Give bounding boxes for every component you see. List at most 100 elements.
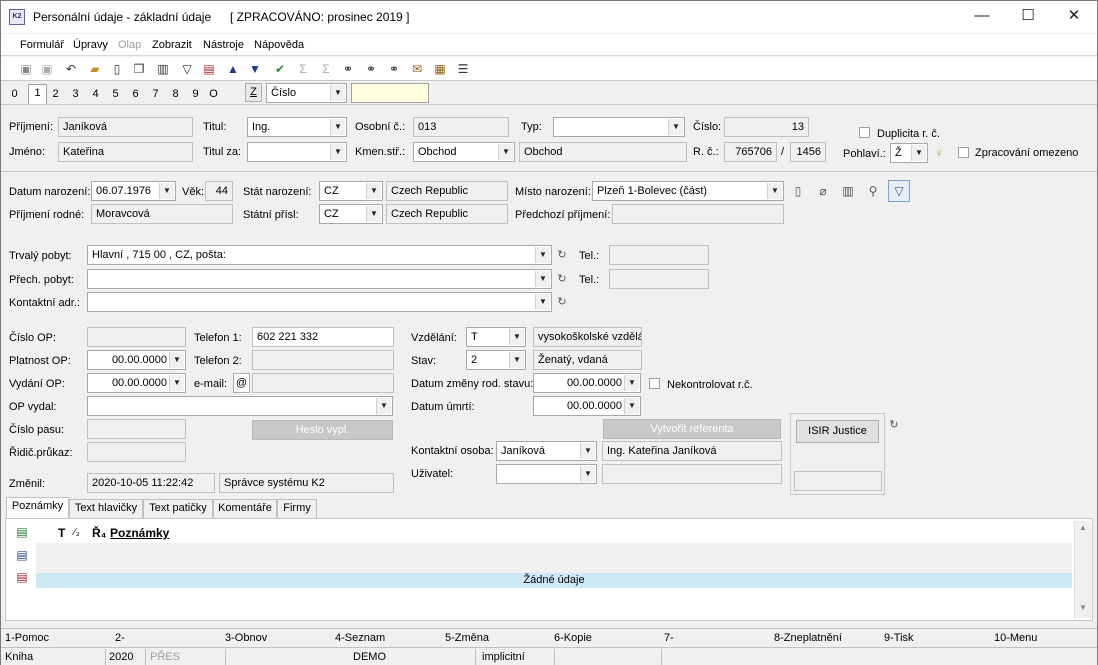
email-button[interactable]: @ bbox=[233, 373, 250, 393]
contact-address-select[interactable]: ▼ bbox=[87, 292, 552, 312]
column-format[interactable]: ⁄₃ bbox=[74, 527, 80, 538]
tab-page-9[interactable]: 9 bbox=[186, 86, 205, 103]
tab-notes[interactable]: Poznámky bbox=[6, 497, 69, 518]
tab-page-1[interactable]: 1 bbox=[28, 84, 47, 104]
tel-2-field[interactable] bbox=[609, 269, 709, 289]
fkey-menu[interactable]: 10-Menu bbox=[994, 632, 1037, 644]
copy-icon[interactable]: ❐ bbox=[131, 61, 147, 77]
tab-comments[interactable]: Komentáře bbox=[213, 499, 277, 518]
mail-icon[interactable]: ✉ bbox=[409, 61, 425, 77]
tab-page-7[interactable]: 7 bbox=[146, 86, 165, 103]
maximize-button[interactable]: ☐ bbox=[1005, 1, 1051, 33]
phone-1-field[interactable]: 602 221 332 bbox=[252, 327, 394, 347]
birth-place-select[interactable]: Plzeň 1-Bolevec (část) ▼ bbox=[592, 181, 784, 201]
menu-napoveda[interactable]: Nápověda bbox=[254, 39, 304, 51]
tab-page-0[interactable]: 0 bbox=[5, 86, 24, 103]
delete-note-icon[interactable]: ▤ bbox=[14, 569, 30, 585]
fkey-7[interactable]: 7- bbox=[664, 632, 674, 644]
restricted-processing-checkbox[interactable] bbox=[958, 147, 969, 158]
undo-icon[interactable]: ↶ bbox=[63, 61, 79, 77]
check-plant-icon[interactable]: ✔ bbox=[272, 61, 288, 77]
notes-scrollbar[interactable]: ▲ ▼ bbox=[1074, 521, 1091, 618]
tab-page-o[interactable]: O bbox=[204, 86, 223, 103]
passport-field[interactable] bbox=[87, 419, 186, 439]
filter-icon[interactable]: ▽ bbox=[888, 180, 910, 202]
tab-page-3[interactable]: 3 bbox=[66, 86, 85, 103]
id-card-no-field[interactable] bbox=[87, 327, 186, 347]
create-referent-button[interactable]: Vytvořit referenta bbox=[603, 419, 781, 439]
fkey-copy[interactable]: 6-Kopie bbox=[554, 632, 592, 644]
title-select[interactable]: Ing. ▼ bbox=[247, 117, 347, 137]
binoculars-icon[interactable]: ⚭ bbox=[340, 61, 356, 77]
fkey-help[interactable]: 1-Pomoc bbox=[5, 632, 49, 644]
chevron-up-icon[interactable]: ▲ bbox=[1075, 523, 1091, 535]
citizenship-select[interactable]: CZ ▼ bbox=[319, 204, 383, 224]
quick-search-input[interactable] bbox=[351, 83, 429, 103]
binoculars-all-icon[interactable]: ⚭ bbox=[386, 61, 402, 77]
person-icon[interactable]: ♀ bbox=[931, 145, 947, 161]
id-card-validity-picker[interactable]: 00.00.0000 ▼ bbox=[87, 350, 186, 370]
binoculars-next-icon[interactable]: ⚭ bbox=[363, 61, 379, 77]
previous-surname-field[interactable] bbox=[612, 204, 784, 224]
temporary-address-select[interactable]: ▼ bbox=[87, 269, 552, 289]
tab-page-6[interactable]: 6 bbox=[126, 86, 145, 103]
user-select[interactable]: ▼ bbox=[496, 464, 597, 484]
save-icon[interactable]: ▣ bbox=[18, 61, 34, 77]
type-select[interactable]: ▼ bbox=[553, 117, 685, 137]
birth-date-picker[interactable]: 06.07.1976 ▼ bbox=[91, 181, 176, 201]
home-centre-select[interactable]: Obchod ▼ bbox=[413, 142, 515, 162]
password-button[interactable]: Heslo vypl. bbox=[252, 420, 393, 440]
trash-icon[interactable]: ▥ bbox=[840, 183, 856, 199]
open-folder-icon[interactable]: ▰ bbox=[87, 61, 103, 77]
new-document-icon[interactable]: ▯ bbox=[109, 61, 125, 77]
fkey-invalidate[interactable]: 8-Zneplatnění bbox=[774, 632, 842, 644]
edit-note-icon[interactable]: ▤ bbox=[14, 547, 30, 563]
menu-olap[interactable]: Olap bbox=[118, 39, 141, 51]
id-card-issuer-select[interactable]: ▼ bbox=[87, 396, 393, 416]
death-date-picker[interactable]: 00.00.0000 ▼ bbox=[533, 396, 641, 416]
isir-justice-button[interactable]: ISIR Justice bbox=[796, 420, 879, 443]
paperclip-icon[interactable]: ⌀ bbox=[815, 183, 831, 199]
fkey-list[interactable]: 4-Seznam bbox=[335, 632, 385, 644]
sum-gray-icon[interactable]: Σ bbox=[318, 61, 334, 77]
history-icon[interactable]: ↻ bbox=[554, 271, 570, 287]
tab-footer-text[interactable]: Text patičky bbox=[143, 499, 213, 518]
tab-header-text[interactable]: Text hlavičky bbox=[69, 499, 143, 518]
id-card-issue-picker[interactable]: 00.00.0000 ▼ bbox=[87, 373, 186, 393]
menu-formular[interactable]: Formulář bbox=[20, 39, 64, 51]
history-icon[interactable]: ↻ bbox=[554, 247, 570, 263]
menu-zobrazit[interactable]: Zobrazit bbox=[152, 39, 192, 51]
save-as-icon[interactable]: ▣ bbox=[39, 61, 55, 77]
menu-nastroje[interactable]: Nástroje bbox=[203, 39, 244, 51]
arrow-up-icon[interactable]: ▲ bbox=[225, 61, 241, 77]
tab-page-5[interactable]: 5 bbox=[106, 86, 125, 103]
tab-page-4[interactable]: 4 bbox=[86, 86, 105, 103]
tel-1-field[interactable] bbox=[609, 245, 709, 265]
uncheck-birth-no-checkbox[interactable] bbox=[649, 378, 660, 389]
tab-page-2[interactable]: 2 bbox=[46, 86, 65, 103]
email-field[interactable] bbox=[252, 373, 394, 393]
magnifier-icon[interactable]: ⚲ bbox=[865, 183, 881, 199]
sort-field-select[interactable]: Číslo ▼ bbox=[266, 83, 347, 103]
tab-companies[interactable]: Firmy bbox=[277, 499, 317, 518]
fkey-print[interactable]: 9-Tisk bbox=[884, 632, 914, 644]
minimize-button[interactable]: — bbox=[959, 1, 1005, 33]
marital-status-select[interactable]: 2 ▼ bbox=[466, 350, 526, 370]
birth-no-suffix-field[interactable]: 1456 bbox=[790, 142, 826, 162]
education-select[interactable]: T ▼ bbox=[466, 327, 526, 347]
fkey-2[interactable]: 2- bbox=[115, 632, 125, 644]
contact-person-select[interactable]: Janíková ▼ bbox=[496, 441, 597, 461]
filter-icon[interactable]: ▽ bbox=[179, 61, 195, 77]
marital-change-date-picker[interactable]: 00.00.0000 ▼ bbox=[533, 373, 641, 393]
sort-key-button[interactable]: Z bbox=[245, 83, 262, 102]
surname-field[interactable]: Janíková bbox=[58, 117, 193, 137]
add-note-icon[interactable]: ▤ bbox=[14, 524, 30, 540]
duplicity-checkbox[interactable] bbox=[859, 127, 870, 138]
close-button[interactable]: ✕ bbox=[1051, 1, 1097, 33]
gender-select[interactable]: Ž ▼ bbox=[890, 143, 928, 163]
column-row[interactable]: Ř₄ bbox=[92, 526, 106, 540]
permanent-address-select[interactable]: Hlavní , 715 00 , CZ, pošta: ▼ bbox=[87, 245, 552, 265]
personal-no-field[interactable]: 013 bbox=[413, 117, 509, 137]
tab-page-8[interactable]: 8 bbox=[166, 86, 185, 103]
driver-license-field[interactable] bbox=[87, 442, 186, 462]
